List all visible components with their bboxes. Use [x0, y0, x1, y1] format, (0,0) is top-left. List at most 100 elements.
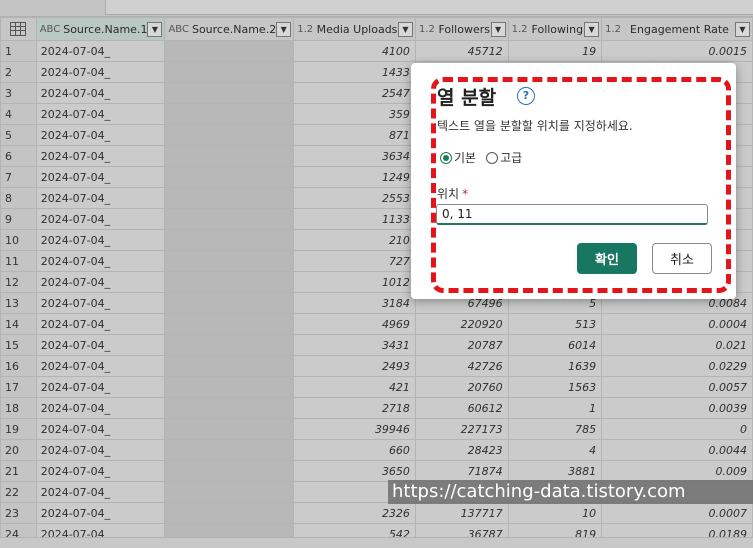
media-uploads-cell[interactable]: 210 [293, 229, 416, 251]
source-name-2-cell[interactable] [164, 145, 295, 167]
source-name-1-cell[interactable]: 2024-07-04_ [35, 124, 166, 146]
filter-dropdown-icon[interactable]: ▼ [735, 21, 750, 37]
text-type-icon[interactable]: ABC [40, 24, 61, 35]
decimal-type-icon[interactable]: 1.2 [512, 24, 528, 35]
media-uploads-cell[interactable]: 2326 [293, 502, 416, 524]
source-name-2-cell[interactable] [164, 481, 295, 503]
source-name-1-cell[interactable]: 2024-07-04_ [35, 61, 166, 83]
row-number-cell[interactable]: 7 [0, 166, 37, 188]
text-type-icon[interactable]: ABC [168, 24, 189, 35]
followers-cell[interactable]: 20760 [414, 376, 509, 398]
media-uploads-cell[interactable]: 1249 [293, 166, 416, 188]
row-number-cell[interactable]: 5 [0, 124, 37, 146]
source-name-2-cell[interactable] [164, 166, 295, 188]
source-name-1-cell[interactable]: 2024-07-04_ [35, 502, 166, 524]
cancel-button[interactable]: 취소 [652, 243, 712, 274]
source-name-1-cell[interactable]: 2024-07-04_ [35, 187, 166, 209]
filter-dropdown-icon[interactable]: ▼ [584, 21, 600, 37]
source-name-1-cell[interactable]: 2024-07-04_ [35, 229, 166, 251]
engagement-rate-cell[interactable]: 0 [601, 418, 753, 440]
following-cell[interactable]: 819 [507, 523, 603, 537]
media-uploads-cell[interactable]: 3650 [293, 460, 416, 482]
followers-cell[interactable]: 45712 [414, 40, 509, 62]
media-uploads-cell[interactable]: 2553 [293, 187, 416, 209]
source-name-2-cell[interactable] [164, 460, 295, 482]
media-uploads-cell[interactable]: 4969 [293, 313, 416, 335]
table-row[interactable]: 18 2024-07-04_ 2718 60612 1 0.0039 [0, 397, 753, 419]
row-number-cell[interactable]: 19 [0, 418, 37, 440]
row-number-cell[interactable]: 1 [0, 40, 37, 62]
media-uploads-cell[interactable]: 1133 [293, 208, 416, 230]
radio-selected-icon[interactable] [440, 151, 452, 164]
filter-dropdown-icon[interactable]: ▼ [147, 21, 163, 37]
source-name-2-cell[interactable] [164, 418, 295, 440]
source-name-1-cell[interactable]: 2024-07-04_ [35, 208, 166, 230]
source-name-1-cell[interactable]: 2024-07-04_ [35, 145, 166, 167]
filter-dropdown-icon[interactable]: ▼ [276, 21, 292, 37]
following-cell[interactable]: 1563 [507, 376, 603, 398]
media-uploads-cell[interactable]: 421 [293, 376, 416, 398]
source-name-1-cell[interactable]: 2024-07-04_ [35, 355, 166, 377]
column-header-followers[interactable]: 1.2 Followers ▼ [414, 17, 509, 41]
source-name-2-cell[interactable] [164, 397, 295, 419]
formula-bar[interactable] [105, 0, 753, 15]
source-name-1-cell[interactable]: 2024-07-04_ [35, 523, 166, 537]
row-number-cell[interactable]: 13 [0, 292, 37, 314]
source-name-1-cell[interactable]: 2024-07-04_ [35, 313, 166, 335]
media-uploads-cell[interactable]: 359 [293, 103, 416, 125]
table-row[interactable]: 14 2024-07-04_ 4969 220920 513 0.0004 [0, 313, 753, 335]
help-circle-icon[interactable]: ? [517, 87, 535, 105]
source-name-2-cell[interactable] [164, 250, 295, 272]
column-header-engagement-rate[interactable]: 1.2 Engagement Rate ▼ [601, 17, 753, 41]
followers-cell[interactable]: 36787 [414, 523, 509, 537]
row-number-cell[interactable]: 3 [0, 82, 37, 104]
column-header-source-name-2[interactable]: ABC Source.Name.2 ▼ [164, 17, 295, 41]
followers-cell[interactable]: 20787 [414, 334, 509, 356]
source-name-2-cell[interactable] [164, 82, 295, 104]
engagement-rate-cell[interactable]: 0.009 [601, 460, 753, 482]
source-name-2-cell[interactable] [164, 40, 295, 62]
table-row[interactable]: 1 2024-07-04_ 4100 45712 19 0.0015 [0, 40, 753, 62]
row-number-cell[interactable]: 11 [0, 250, 37, 272]
following-cell[interactable]: 19 [507, 40, 603, 62]
filter-dropdown-icon[interactable]: ▼ [490, 21, 506, 37]
source-name-1-cell[interactable]: 2024-07-04_ [35, 334, 166, 356]
row-number-cell[interactable]: 15 [0, 334, 37, 356]
source-name-1-cell[interactable]: 2024-07-04_ [35, 103, 166, 125]
source-name-1-cell[interactable]: 2024-07-04_ [35, 481, 166, 503]
following-cell[interactable]: 1639 [507, 355, 603, 377]
source-name-2-cell[interactable] [164, 229, 295, 251]
following-cell[interactable]: 10 [507, 502, 603, 524]
source-name-1-cell[interactable]: 2024-07-04_ [35, 82, 166, 104]
source-name-1-cell[interactable]: 2024-07-04_ [35, 250, 166, 272]
engagement-rate-cell[interactable]: 0.0039 [601, 397, 753, 419]
source-name-2-cell[interactable] [164, 271, 295, 293]
media-uploads-cell[interactable]: 727 [293, 250, 416, 272]
decimal-type-icon[interactable]: 1.2 [605, 24, 621, 35]
radio-unselected-icon[interactable] [486, 151, 499, 164]
source-name-2-cell[interactable] [164, 523, 295, 537]
row-number-cell[interactable]: 16 [0, 355, 37, 377]
row-number-cell[interactable]: 12 [0, 271, 37, 293]
media-uploads-cell[interactable]: 660 [293, 439, 416, 461]
table-row[interactable]: 20 2024-07-04_ 660 28423 4 0.0044 [0, 439, 753, 461]
following-cell[interactable]: 1 [507, 397, 603, 419]
engagement-rate-cell[interactable]: 0.0015 [601, 40, 753, 62]
media-uploads-cell[interactable]: 4100 [293, 40, 416, 62]
decimal-type-icon[interactable]: 1.2 [297, 24, 313, 35]
row-number-cell[interactable]: 9 [0, 208, 37, 230]
engagement-rate-cell[interactable]: 0.0229 [601, 355, 753, 377]
source-name-2-cell[interactable] [164, 61, 295, 83]
radio-advanced[interactable]: 고급 [486, 149, 522, 166]
source-name-1-cell[interactable]: 2024-07-04_ [35, 376, 166, 398]
row-number-cell[interactable]: 4 [0, 103, 37, 125]
following-cell[interactable]: 4 [507, 439, 603, 461]
followers-cell[interactable]: 42726 [414, 355, 509, 377]
table-row[interactable]: 15 2024-07-04_ 3431 20787 6014 0.021 [0, 334, 753, 356]
followers-cell[interactable]: 220920 [414, 313, 509, 335]
source-name-1-cell[interactable]: 2024-07-04_ [35, 439, 166, 461]
table-row[interactable]: 23 2024-07-04_ 2326 137717 10 0.0007 [0, 502, 753, 524]
engagement-rate-cell[interactable]: 0.0007 [601, 502, 753, 524]
column-header-following[interactable]: 1.2 Following ▼ [507, 17, 603, 41]
following-cell[interactable]: 6014 [507, 334, 603, 356]
